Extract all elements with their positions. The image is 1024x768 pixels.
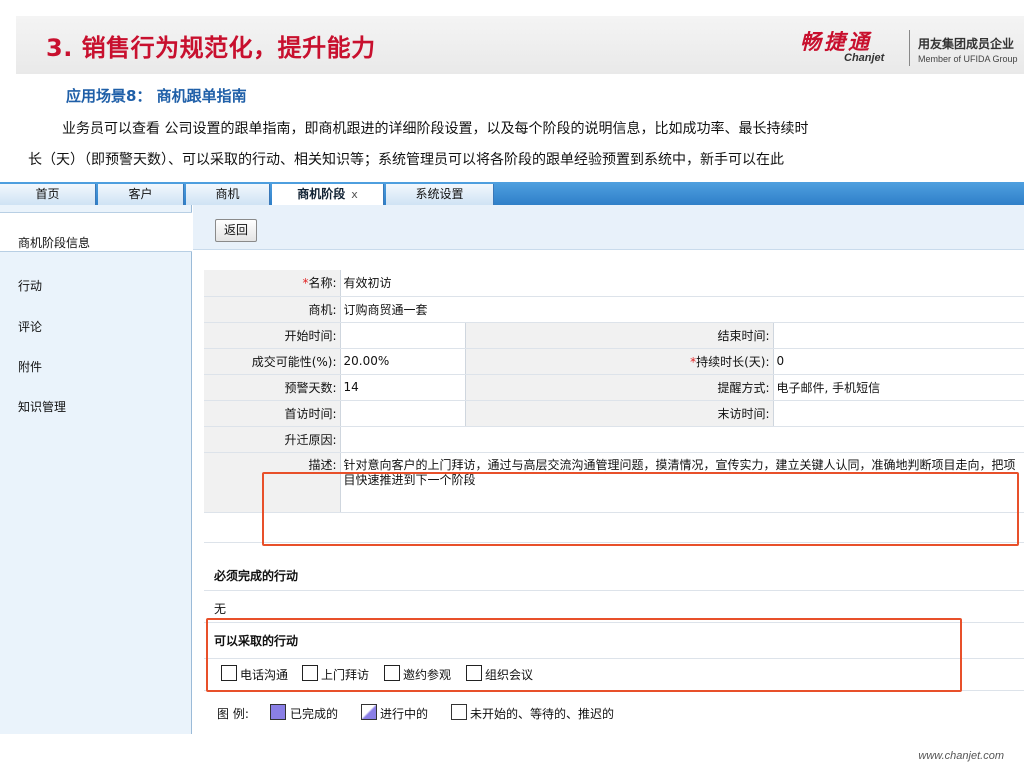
end-time-label: 结束时间: xyxy=(464,322,774,349)
duration-value: 0 xyxy=(773,348,1024,375)
sidebar-item-attachments[interactable]: 附件 xyxy=(18,358,42,375)
logo-divider xyxy=(909,30,910,66)
remind-method-label: 提醒方式: xyxy=(464,374,774,401)
legend-in-progress-label: 进行中的 xyxy=(380,707,429,721)
tab-opportunities[interactable]: 商机 xyxy=(186,184,270,205)
chanjet-logo-en: Chanjet xyxy=(844,52,885,64)
start-time-value xyxy=(340,322,465,349)
first-visit-value xyxy=(340,400,465,427)
opportunity-value: 订购商贸通一套 xyxy=(340,296,1024,323)
tab-label: 商机阶段 xyxy=(297,187,346,201)
slide-title: 3. 销售行为规范化，提升能力 xyxy=(46,34,376,62)
name-label: 名称: xyxy=(308,276,337,291)
description-line-1: 业务员可以查看 公司设置的跟单指南，即商机跟进的详细阶段设置，以及每个阶段的说明… xyxy=(62,121,809,137)
warning-days-value: 14 xyxy=(340,374,465,401)
tab-label: 客户 xyxy=(128,187,153,201)
tab-bar: 首页 客户 商机 商机阶段 x 系统设置 xyxy=(0,182,1024,205)
legend-completed-label: 已完成的 xyxy=(290,707,339,721)
legend-not-started-swatch xyxy=(451,704,467,720)
tab-home[interactable]: 首页 xyxy=(0,184,96,205)
probability-value: 20.00% xyxy=(340,348,465,375)
sidebar-header[interactable]: 商机阶段信息 xyxy=(0,212,192,252)
required-actions-title: 必须完成的行动 xyxy=(214,569,299,583)
close-icon[interactable]: x xyxy=(351,188,358,201)
tab-label: 系统设置 xyxy=(415,187,464,201)
app-screenshot: 首页 客户 商机 商机阶段 x 系统设置 商机阶段信息 行动 评论 附件 知识管理… xyxy=(0,182,1024,734)
form-row-opportunity: 商机: 订购商贸通一套 xyxy=(204,296,1024,323)
actions-highlight xyxy=(206,618,962,692)
divider xyxy=(204,590,1024,591)
name-value: 有效初访 xyxy=(340,270,1024,297)
promotion-reason-value xyxy=(340,426,1024,453)
last-visit-value xyxy=(773,400,1024,427)
tab-customers[interactable]: 客户 xyxy=(98,184,184,205)
back-button[interactable]: 返回 xyxy=(215,219,257,242)
legend: 图 例: 已完成的 进行中的 未开始的、等待的、推迟的 xyxy=(204,702,1024,732)
opportunity-label: 商机: xyxy=(204,296,341,323)
sidebar-item-actions[interactable]: 行动 xyxy=(18,277,42,294)
promotion-reason-label: 升迁原因: xyxy=(204,426,341,453)
form-row-probability: 成交可能性(%): 20.00% *持续时长(天): 0 xyxy=(204,348,1024,375)
tab-system-settings[interactable]: 系统设置 xyxy=(386,184,494,205)
legend-in-progress-swatch xyxy=(361,704,377,720)
slide: 3. 销售行为规范化，提升能力 畅捷通 Chanjet 用友集团成员企业 Mem… xyxy=(0,0,1024,768)
form-row-warning: 预警天数: 14 提醒方式: 电子邮件, 手机短信 xyxy=(204,374,1024,401)
form-row-time: 开始时间: 结束时间: xyxy=(204,322,1024,349)
probability-label: 成交可能性(%): xyxy=(204,348,341,375)
first-visit-label: 首访时间: xyxy=(204,400,341,427)
required-actions-value: 无 xyxy=(214,602,227,616)
form-row-reason: 升迁原因: xyxy=(204,426,1024,453)
legend-label: 图 例: xyxy=(217,707,249,721)
duration-label: 持续时长(天): xyxy=(696,354,770,369)
sidebar-item-knowledge[interactable]: 知识管理 xyxy=(18,398,66,415)
group-member-en: Member of UFIDA Group xyxy=(918,54,1018,64)
last-visit-label: 末访时间: xyxy=(464,400,774,427)
scene-title: 应用场景8： 商机跟单指南 xyxy=(66,87,247,105)
group-member-cn: 用友集团成员企业 xyxy=(918,37,1015,51)
description-highlight xyxy=(262,472,1019,546)
form-row-name: *名称: 有效初访 xyxy=(204,270,1024,297)
footer-url: www.chanjet.com xyxy=(918,750,1004,762)
tab-label: 商机 xyxy=(215,187,240,201)
slide-title-bar: 3. 销售行为规范化，提升能力 畅捷通 Chanjet 用友集团成员企业 Mem… xyxy=(16,16,1024,74)
end-time-value xyxy=(773,322,1024,349)
legend-completed-swatch xyxy=(270,704,286,720)
warning-days-label: 预警天数: xyxy=(204,374,341,401)
sidebar: 商机阶段信息 行动 评论 附件 知识管理 xyxy=(0,205,192,734)
tab-opportunity-stage[interactable]: 商机阶段 x xyxy=(272,184,384,205)
tab-label: 首页 xyxy=(35,187,60,201)
start-time-label: 开始时间: xyxy=(204,322,341,349)
description-line-2: 长（天）（即预警天数）、可以采取的行动、相关知识等；系统管理员可以将各阶段的跟单… xyxy=(28,152,784,168)
remind-method-value: 电子邮件, 手机短信 xyxy=(773,374,1024,401)
toolbar: 返回 xyxy=(193,205,1024,250)
sidebar-header-label: 商机阶段信息 xyxy=(18,236,91,250)
legend-not-started-label: 未开始的、等待的、推迟的 xyxy=(470,707,615,721)
form-row-visits: 首访时间: 末访时间: xyxy=(204,400,1024,427)
sidebar-item-comments[interactable]: 评论 xyxy=(18,318,42,335)
